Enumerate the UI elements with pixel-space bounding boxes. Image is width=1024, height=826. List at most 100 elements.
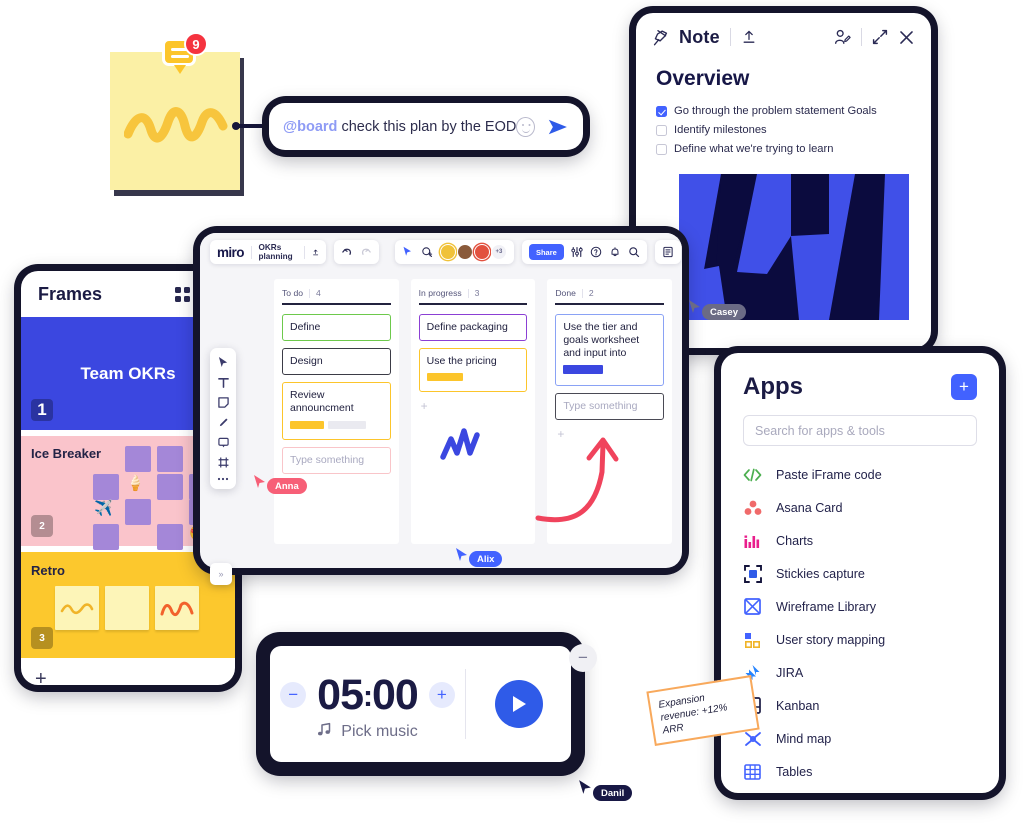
more-icon[interactable] [217,477,229,481]
frame-number: 2 [31,515,53,537]
select-icon[interactable] [218,356,229,368]
app-item-jira[interactable]: JIRA [743,656,977,689]
upload-icon[interactable] [741,29,757,45]
timer-decrease-button[interactable]: − [280,682,307,708]
app-label: Paste iFrame code [776,467,882,482]
pin-icon[interactable] [652,29,669,46]
app-item-user-story-mapping[interactable]: User story mapping [743,623,977,656]
grid-view-icon[interactable] [175,286,190,302]
notes-icon[interactable] [662,246,674,258]
close-icon[interactable] [898,29,915,46]
board-actions-group[interactable]: Share [521,240,647,264]
avatar[interactable] [456,244,473,260]
avatar[interactable] [473,244,490,260]
add-card-button[interactable]: + [419,399,528,413]
undo-redo-group[interactable] [333,240,379,264]
help-icon[interactable] [590,246,602,258]
timer-inner: − 05:00 + Pick music [270,646,571,762]
apps-list: Paste iFrame code Asana Card Charts Stic… [721,446,999,788]
comment-icon[interactable] [217,437,229,448]
app-item-asana-card[interactable]: Asana Card [743,491,977,524]
filter-icon[interactable] [571,246,583,258]
kanban-card[interactable]: Use the pricing [418,348,528,393]
frames-collapse-button[interactable]: » [210,563,232,585]
checklist-item[interactable]: Go through the problem statement Goals [656,104,911,118]
play-icon [512,696,526,712]
board-tools-palette[interactable] [210,348,236,489]
app-item-paste-iframe[interactable]: Paste iFrame code [743,458,977,491]
assign-user-icon[interactable] [833,28,851,46]
checkbox[interactable] [656,144,667,155]
divider [861,28,862,46]
checklist-label: Identify milestones [674,124,767,136]
board-name[interactable]: OKRs planning [259,243,298,261]
column-count: 2 [588,288,594,298]
app-item-mind-map[interactable]: Mind map [743,722,977,755]
avatar[interactable] [439,244,456,260]
comment-count-badge: 9 [184,32,208,56]
share-button[interactable]: Share [528,244,564,260]
code-icon [743,465,762,484]
kanban-card[interactable]: Use the tier and goals worksheet and inp… [555,314,665,386]
app-item-stickies-capture[interactable]: Stickies capture [743,557,977,590]
pen-icon[interactable] [218,417,229,428]
timer-collapse-button[interactable]: − [569,644,597,672]
column-header: In progress 3 [418,288,528,305]
checklist-item[interactable]: Define what we're trying to learn [656,142,911,156]
comment-text: @board check this plan by the EOD [283,119,516,135]
app-item-tables[interactable]: Tables [743,755,977,788]
timer-increase-button[interactable]: + [428,682,455,708]
app-label: Charts [776,533,814,548]
smiley-icon[interactable] [516,116,536,137]
expand-icon[interactable] [872,29,888,45]
avatar-overflow[interactable]: +3 [490,244,507,260]
timer-minutes: 05 [317,670,364,719]
add-collaborator-icon[interactable] [421,246,433,258]
notes-group[interactable] [654,240,681,264]
send-icon[interactable] [547,117,569,137]
note-header: Note [636,13,931,61]
sticky-note-icon[interactable] [217,397,229,408]
play-button[interactable] [494,680,543,728]
app-item-charts[interactable]: Charts [743,524,977,557]
bell-icon[interactable] [609,246,621,258]
kanban-column-inprogress: In progress 3 Define packaging Use the p… [410,279,536,544]
checklist-item[interactable]: Identify milestones [656,123,911,137]
apps-search-input[interactable]: Search for apps & tools [743,415,977,446]
card-text: Define packaging [426,321,508,333]
wireframe-icon [743,597,762,616]
kanban-card[interactable]: Define packaging [418,314,528,342]
checkbox-checked[interactable] [656,106,667,117]
add-frame-button[interactable]: + [21,664,235,685]
app-item-wireframe-library[interactable]: Wireframe Library [743,590,977,623]
kanban-card[interactable]: Design [282,348,391,376]
redo-icon[interactable] [360,247,372,257]
column-count: 4 [316,288,321,298]
squiggle-drawing [124,107,228,143]
sticky-comment-badge-group[interactable]: 9 [162,32,208,76]
upload-icon[interactable] [312,247,319,258]
pick-music-button[interactable]: Pick music [317,722,418,742]
card-text: Design [290,355,323,368]
cursor-share-icon[interactable] [402,246,414,258]
presence-group[interactable]: +3 [394,240,514,264]
timer-panel: − 05:00 + Pick music − [258,634,597,774]
progress-bar [563,365,604,375]
undo-icon[interactable] [341,247,353,257]
column-header: Done 2 [555,288,665,305]
search-icon[interactable] [628,246,640,258]
connector-line [232,122,266,130]
app-item-kanban[interactable]: Kanban [743,689,977,722]
cursor-alix: Alix [455,541,503,567]
card-placeholder[interactable]: Type something [555,392,665,420]
checkbox[interactable] [656,125,667,136]
frame-icon[interactable] [218,457,229,468]
kanban-card[interactable]: Define [282,314,391,342]
text-icon[interactable] [217,377,229,388]
cursor-label: Casey [702,304,746,320]
board-identity-group[interactable]: miro OKRs planning [210,240,326,264]
comment-input-bar[interactable]: @board check this plan by the EOD [264,98,588,155]
miro-logo: miro [217,244,244,260]
kanban-card[interactable]: Review announcment [282,382,391,440]
add-app-button[interactable]: + [951,374,977,400]
